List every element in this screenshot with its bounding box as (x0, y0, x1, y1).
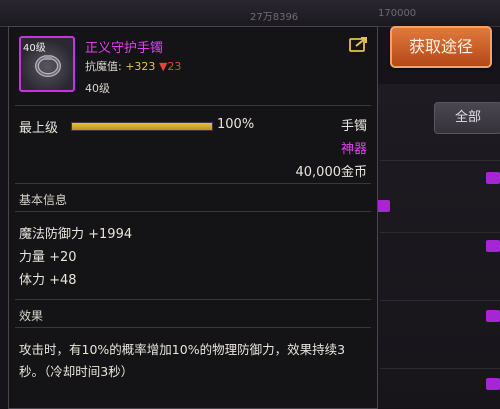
resist-label: 抗魔值: (85, 60, 122, 73)
resist-up-value: +323 (125, 60, 156, 73)
divider (15, 327, 371, 328)
share-icon[interactable] (349, 36, 369, 52)
max-progress-text: 100% (217, 117, 255, 132)
top-bar-text-1: 27万8396 (250, 12, 299, 23)
item-icon[interactable]: 40级 (19, 36, 75, 92)
item-tooltip: 40级 正义守护手镯 抗魔值: +323 ▼23 40级 最上级 100% 手镯… (8, 26, 378, 409)
background-purple-tag (376, 200, 390, 212)
stat-strength: 力量 +20 (19, 250, 77, 265)
divider (15, 299, 371, 300)
acquire-path-button[interactable]: 获取途径 (390, 26, 492, 68)
divider (15, 211, 371, 212)
background-divider (380, 368, 500, 369)
background-purple-tag (486, 378, 500, 390)
divider (15, 183, 371, 184)
filter-all-button[interactable]: 全部 (434, 102, 500, 134)
max-progress-bar (71, 122, 213, 131)
background-divider (380, 300, 500, 301)
divider (15, 105, 371, 106)
background-purple-tag (486, 240, 500, 252)
effect-description: 攻击时，有10%的概率增加10%的物理防御力，效果持续3秒。（冷却时间3秒） (19, 342, 346, 379)
max-progress-fill (72, 123, 212, 130)
slot-type: 手镯 (340, 119, 367, 134)
background-divider (380, 160, 500, 161)
price-label: 40,000金币 (295, 165, 368, 180)
background-divider (380, 232, 500, 233)
stat-magic-defense: 魔法防御力 +1994 (19, 227, 133, 242)
resist-down-value: ▼23 (158, 60, 182, 73)
stat-vitality: 体力 +48 (19, 273, 77, 288)
resist-stat: 抗魔值: +323 ▼23 (85, 58, 181, 74)
background-purple-tag (486, 172, 500, 184)
item-name: 正义守护手镯 (85, 41, 164, 56)
rarity-label: 神器 (340, 142, 367, 157)
basic-info-title: 基本信息 (19, 193, 68, 207)
top-bar-text-2: 170000 (378, 8, 417, 19)
effect-title: 效果 (19, 309, 44, 323)
background-purple-tag (486, 310, 500, 322)
item-level: 40级 (85, 82, 110, 95)
bracelet-icon (35, 55, 61, 77)
max-label: 最上级 (19, 121, 59, 136)
top-bar: 27万8396 170000 (0, 0, 500, 27)
